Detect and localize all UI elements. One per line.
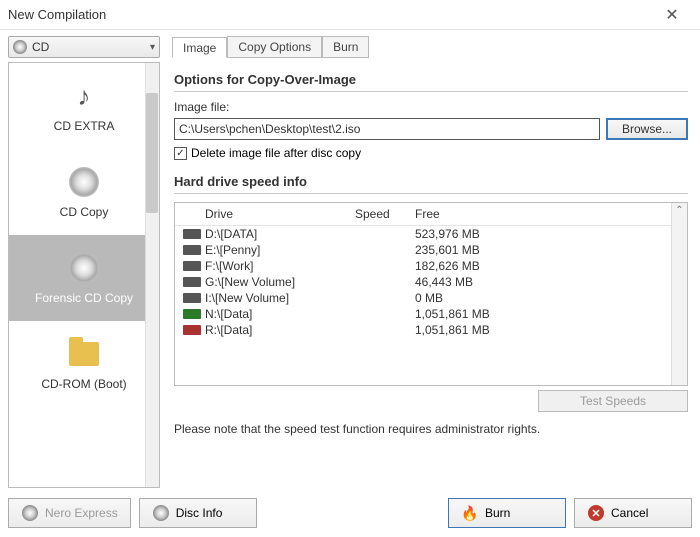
disc-type-label: CD: [32, 40, 150, 54]
window-title: New Compilation: [8, 7, 652, 22]
drive-icon: [183, 245, 201, 255]
drive-icon: [183, 309, 201, 319]
image-file-label: Image file:: [174, 100, 688, 114]
col-drive-header[interactable]: Drive: [205, 207, 355, 221]
main-panel: Options for Copy-Over-Image Image file: …: [168, 62, 692, 488]
sidebar-item-cd-extra[interactable]: ♪ CD EXTRA: [9, 63, 159, 149]
options-heading: Options for Copy-Over-Image: [174, 72, 688, 87]
drive-icon: [183, 325, 201, 335]
drive-free: 182,626 MB: [415, 259, 681, 273]
delete-checkbox[interactable]: ✓: [174, 147, 187, 160]
drive-name: I:\[New Volume]: [205, 291, 355, 305]
test-speeds-button[interactable]: Test Speeds: [538, 390, 688, 412]
sidebar-item-cd-rom-boot[interactable]: CD-ROM (Boot): [9, 321, 159, 407]
delete-checkbox-label: Delete image file after disc copy: [191, 146, 361, 160]
folder-boot-icon: [67, 337, 101, 371]
tab-image[interactable]: Image: [172, 37, 227, 58]
burn-button[interactable]: 🔥 Burn: [448, 498, 566, 528]
drive-row[interactable]: R:\[Data] 1,051,861 MB: [175, 322, 687, 338]
drive-icon: [183, 229, 201, 239]
drives-scrollbar[interactable]: ⌃: [671, 203, 687, 385]
scroll-up-icon[interactable]: ⌃: [672, 203, 687, 219]
drive-name: E:\[Penny]: [205, 243, 355, 257]
image-file-input[interactable]: [174, 118, 600, 140]
drive-row[interactable]: N:\[Data] 1,051,861 MB: [175, 306, 687, 322]
drive-row[interactable]: G:\[New Volume] 46,443 MB: [175, 274, 687, 290]
browse-button[interactable]: Browse...: [606, 118, 688, 140]
disc-icon: [13, 40, 27, 54]
tab-burn[interactable]: Burn: [322, 36, 369, 57]
sidebar-item-forensic-cd-copy[interactable]: Forensic CD Copy: [9, 235, 159, 321]
drive-row[interactable]: I:\[New Volume] 0 MB: [175, 290, 687, 306]
drives-header: Drive Speed Free: [175, 203, 687, 226]
drive-name: D:\[DATA]: [205, 227, 355, 241]
disc-info-button[interactable]: Disc Info: [139, 498, 257, 528]
sidebar-scrollbar[interactable]: [145, 63, 159, 487]
tabs: Image Copy Options Burn: [172, 36, 369, 58]
col-speed-header[interactable]: Speed: [355, 207, 415, 221]
titlebar: New Compilation ✕: [0, 0, 700, 30]
disc-copy-icon: [67, 165, 101, 199]
drive-name: N:\[Data]: [205, 307, 355, 321]
drives-heading: Hard drive speed info: [174, 174, 688, 189]
footer: Nero Express Disc Info 🔥 Burn ✕ Cancel: [0, 492, 700, 534]
cancel-icon: ✕: [587, 504, 605, 522]
cancel-button[interactable]: ✕ Cancel: [574, 498, 692, 528]
disc-info-icon: [152, 504, 170, 522]
drive-free: 1,051,861 MB: [415, 307, 681, 321]
chevron-down-icon: ▾: [150, 42, 155, 53]
nero-express-button[interactable]: Nero Express: [8, 498, 131, 528]
tab-copy-options[interactable]: Copy Options: [227, 36, 322, 57]
drive-name: G:\[New Volume]: [205, 275, 355, 289]
drive-row[interactable]: E:\[Penny] 235,601 MB: [175, 242, 687, 258]
disc-type-combo[interactable]: CD ▾: [8, 36, 160, 58]
music-note-icon: ♪: [67, 79, 101, 113]
drive-row[interactable]: F:\[Work] 182,626 MB: [175, 258, 687, 274]
disc-forensic-icon: [67, 251, 101, 285]
nero-icon: [21, 504, 39, 522]
sidebar: ♪ CD EXTRA CD Copy Forensic CD Copy CD-R…: [8, 62, 160, 488]
close-icon[interactable]: ✕: [652, 5, 692, 25]
drive-free: 46,443 MB: [415, 275, 681, 289]
admin-note: Please note that the speed test function…: [174, 422, 688, 436]
drive-free: 523,976 MB: [415, 227, 681, 241]
drive-free: 235,601 MB: [415, 243, 681, 257]
flame-icon: 🔥: [461, 504, 479, 522]
drive-icon: [183, 261, 201, 271]
toolbar: CD ▾ Image Copy Options Burn: [0, 30, 700, 62]
drives-list: Drive Speed Free D:\[DATA]523,976 MBE:\[…: [174, 202, 688, 386]
drive-name: R:\[Data]: [205, 323, 355, 337]
drive-icon: [183, 293, 201, 303]
sidebar-item-cd-copy[interactable]: CD Copy: [9, 149, 159, 235]
drive-free: 0 MB: [415, 291, 681, 305]
drive-row[interactable]: D:\[DATA] 523,976 MB: [175, 226, 687, 242]
drive-name: F:\[Work]: [205, 259, 355, 273]
drive-icon: [183, 277, 201, 287]
col-free-header[interactable]: Free: [415, 207, 681, 221]
drive-free: 1,051,861 MB: [415, 323, 681, 337]
